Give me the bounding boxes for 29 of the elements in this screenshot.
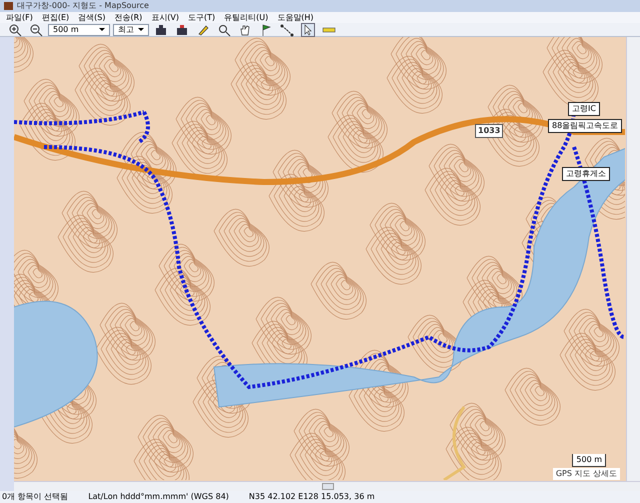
window-title: 대구가창-000- 지형도 - MapSource xyxy=(17,0,149,12)
vertical-scrollbar[interactable] xyxy=(626,37,640,481)
app-icon xyxy=(4,2,13,10)
road-number-label: 1033 xyxy=(475,124,504,138)
waypoint-label: 고령휴게소 xyxy=(562,167,610,181)
caret-icon xyxy=(99,28,105,31)
route-icon[interactable] xyxy=(278,22,296,38)
scroll-thumb[interactable] xyxy=(322,483,334,490)
menu-item[interactable]: 전송(R) xyxy=(114,12,142,24)
menu-item[interactable]: 유틸리티(U) xyxy=(224,12,268,24)
status-text: Lat/Lon hddd°mm.mmm' (WGS 84) xyxy=(88,491,229,503)
menu-item[interactable]: 도움말(H) xyxy=(277,12,314,24)
menu-item[interactable]: 표시(V) xyxy=(151,12,179,24)
menu-item[interactable]: 편집(E) xyxy=(42,12,70,24)
status-text: N35 42.102 E128 15.053, 36 m xyxy=(248,491,375,503)
menu-item[interactable]: 파일(F) xyxy=(6,12,33,24)
cursor-icon[interactable] xyxy=(299,22,317,38)
map-overlay-label: GPS 지도 상세도 xyxy=(552,468,620,480)
map-view[interactable]: 1033 고령IC 88올림픽고속도로 고령휴게소 500 m GPS 지도 상세도 xyxy=(14,37,626,481)
detail-dropdown[interactable]: 최고 xyxy=(113,24,149,36)
scale-label: 500 m xyxy=(572,454,606,467)
menu-item[interactable]: 검색(S) xyxy=(78,12,106,24)
caret-icon xyxy=(138,28,144,31)
menu-item[interactable]: 도구(T) xyxy=(188,12,216,24)
horizontal-scrollbar[interactable] xyxy=(14,481,640,491)
waypoint-label: 고령IC xyxy=(568,102,600,116)
status-text: 0개 항목이 선택됨 xyxy=(2,491,68,503)
zoom-scale-dropdown[interactable]: 500 m xyxy=(48,24,110,36)
waypoint-label: 88올림픽고속도로 xyxy=(548,119,622,133)
